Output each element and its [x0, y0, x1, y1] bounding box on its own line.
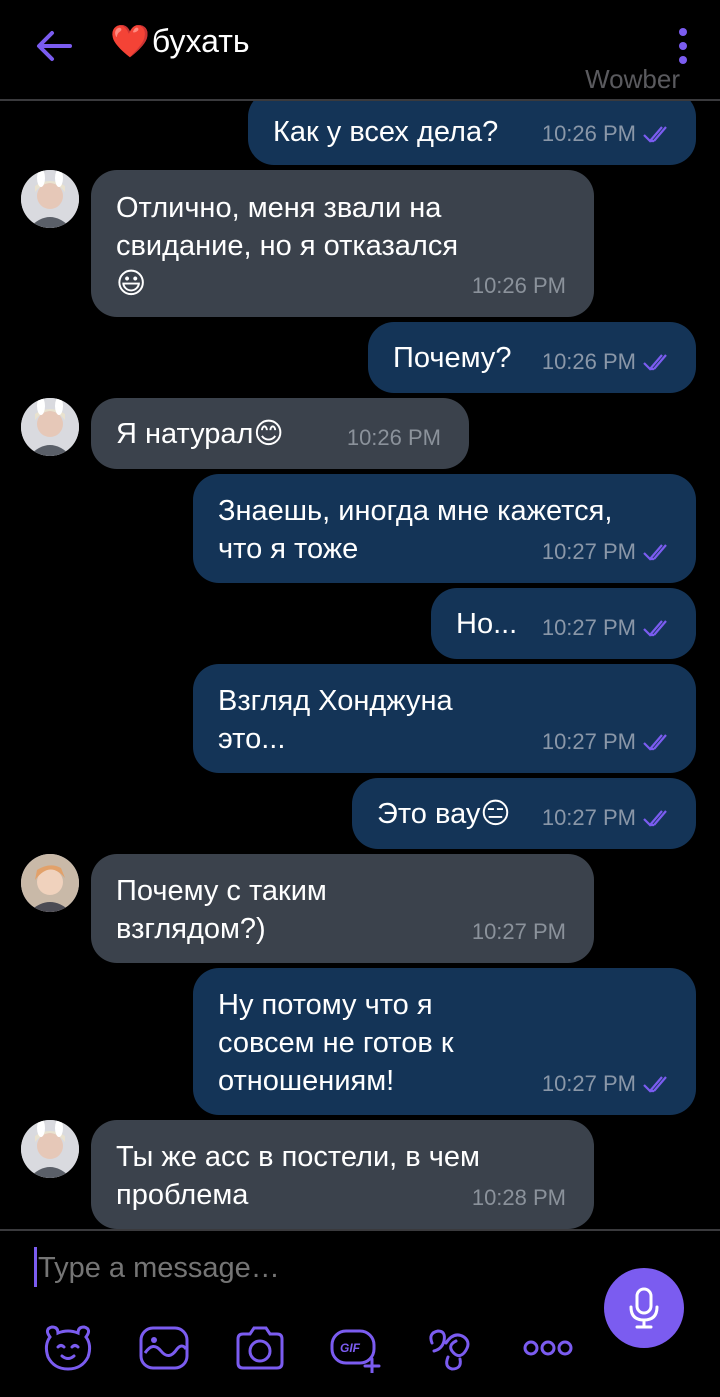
message-meta: 10:27 PM: [542, 799, 674, 837]
avatar[interactable]: [21, 398, 79, 456]
message-text: Это вау😑: [377, 798, 511, 830]
chat-title[interactable]: ❤️ бухать: [110, 22, 250, 60]
microphone-icon: [629, 1287, 659, 1329]
heart-emoji: ❤️: [110, 23, 150, 59]
message-meta: 10:27 PM: [542, 533, 674, 571]
trivia-icon[interactable]: [424, 1323, 480, 1373]
sticker-icon[interactable]: [40, 1323, 96, 1373]
message-time: 10:28 PM: [471, 1185, 566, 1210]
message-time: 10:27 PM: [471, 919, 566, 944]
more-icon[interactable]: [520, 1323, 576, 1373]
message-meta: 10:27 PM: [472, 913, 566, 951]
message-text: Взгляд Хонджуна это...: [218, 685, 453, 755]
gif-icon[interactable]: GIF: [328, 1323, 384, 1373]
message-text: Почему с таким взглядом?): [116, 875, 327, 945]
message-time: 10:27 PM: [541, 729, 636, 754]
message-bubble[interactable]: Взгляд Хонджуна это... 10:27 PM: [193, 664, 696, 773]
message-bubble[interactable]: Почему с таким взглядом?) 10:27 PM: [91, 854, 594, 963]
message-time: 10:27 PM: [541, 539, 636, 564]
message-bubble[interactable]: Как у всех дела? 10:26 PM: [248, 101, 696, 165]
avatar[interactable]: [21, 170, 79, 228]
message-bubble[interactable]: Ты же асс в постели, в чем проблема 10:2…: [91, 1120, 594, 1229]
back-arrow-icon[interactable]: [30, 24, 78, 68]
message-meta: 10:26 PM: [472, 267, 566, 305]
message-text: Ты же асс в постели, в чем проблема: [116, 1141, 480, 1211]
message-bubble[interactable]: Ну потому что я совсем не готов к отноше…: [193, 968, 696, 1115]
chat-title-text: бухать: [151, 22, 250, 59]
more-options-icon[interactable]: [676, 26, 690, 66]
message-bubble[interactable]: Но... 10:27 PM: [431, 588, 696, 659]
read-ticks-icon: [643, 544, 667, 561]
read-ticks-icon: [643, 1076, 667, 1093]
message-time: 10:26 PM: [541, 349, 636, 374]
message-text: Отлично, меня звали на свидание, но я от…: [116, 192, 459, 300]
message-bubble[interactable]: Знаешь, иногда мне кажется, что я тоже 1…: [193, 474, 696, 583]
message-time: 10:26 PM: [346, 425, 441, 450]
watermark: Wowber: [585, 64, 680, 94]
message-composer: GIF: [0, 1229, 720, 1397]
avatar[interactable]: [21, 1120, 79, 1178]
read-ticks-icon: [643, 126, 667, 143]
message-meta: 10:26 PM: [542, 115, 674, 153]
message-time: 10:27 PM: [541, 1071, 636, 1096]
message-text: Ну потому что я совсем не готов к отноше…: [218, 989, 454, 1097]
doodle-icon[interactable]: [136, 1323, 192, 1373]
message-text: Почему?: [393, 342, 512, 374]
composer-toolbar: GIF: [0, 1323, 600, 1383]
message-input[interactable]: [36, 1251, 580, 1286]
message-bubble[interactable]: Отлично, меня звали на свидание, но я от…: [91, 170, 594, 317]
message-time: 10:26 PM: [471, 273, 566, 298]
message-time: 10:26 PM: [541, 121, 636, 146]
message-time: 10:27 PM: [541, 805, 636, 830]
message-text: Как у всех дела?: [273, 116, 499, 148]
svg-text:GIF: GIF: [340, 1341, 361, 1355]
message-bubble[interactable]: Почему? 10:26 PM: [368, 322, 696, 393]
read-ticks-icon: [643, 810, 667, 827]
message-list[interactable]: Как у всех дела? 10:26 PM Отлично, меня …: [0, 101, 720, 1229]
message-bubble[interactable]: Это вау😑 10:27 PM: [352, 778, 696, 849]
message-meta: 10:27 PM: [542, 1065, 674, 1103]
message-meta: 10:28 PM: [472, 1179, 566, 1217]
read-ticks-icon: [643, 354, 667, 371]
avatar[interactable]: [21, 854, 79, 912]
message-text: Но...: [456, 608, 518, 640]
voice-message-button[interactable]: [604, 1268, 684, 1348]
camera-icon[interactable]: [232, 1323, 288, 1373]
message-meta: 10:27 PM: [542, 609, 674, 647]
read-ticks-icon: [643, 620, 667, 637]
message-meta: 10:26 PM: [542, 343, 674, 381]
message-meta: 10:26 PM: [347, 419, 441, 457]
message-time: 10:27 PM: [541, 615, 636, 640]
message-text: Я натурал😊: [116, 418, 284, 450]
message-bubble[interactable]: Я натурал😊 10:26 PM: [91, 398, 469, 469]
read-ticks-icon: [643, 734, 667, 751]
message-meta: 10:27 PM: [542, 723, 674, 761]
